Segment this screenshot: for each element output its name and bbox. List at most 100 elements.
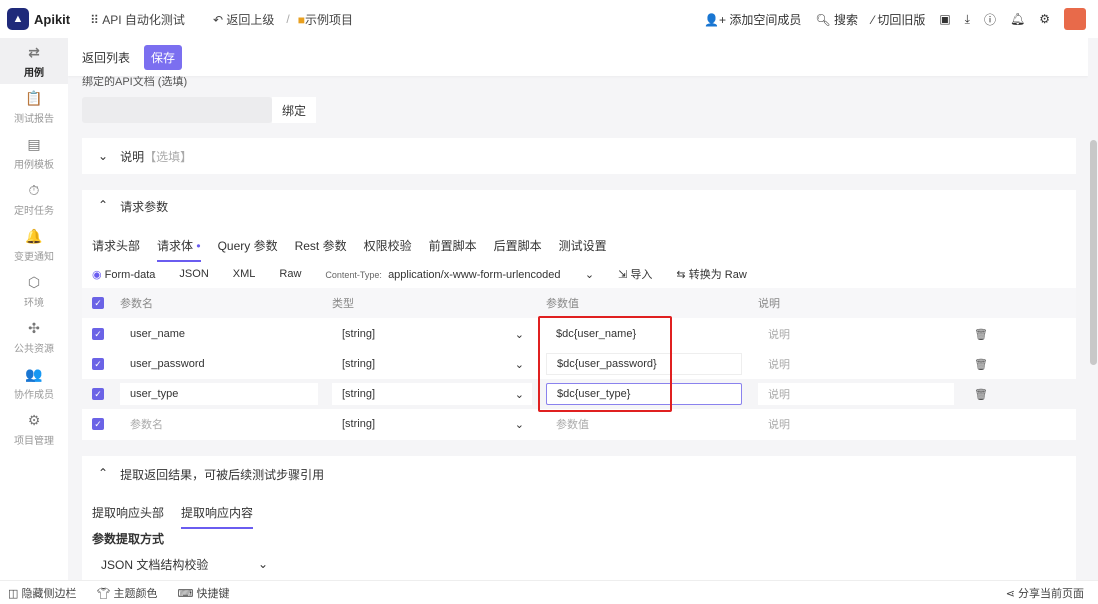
bell-icon[interactable]: 🔔︎ <box>1010 12 1025 26</box>
user-add-icon: 👤+ <box>704 12 726 27</box>
chevron-down-icon: ⌄ <box>257 557 268 571</box>
project-link[interactable]: ■示例项目 <box>298 11 353 28</box>
back-button[interactable]: ↶ 返回上级 <box>213 11 274 28</box>
tab-auth[interactable]: 权限校验 <box>364 237 412 262</box>
back-to-list-button[interactable]: 返回列表 <box>82 49 130 66</box>
download-icon[interactable]: ⤓ <box>965 12 970 27</box>
gear-icon[interactable]: ⚙ <box>1039 12 1050 26</box>
help-icon[interactable]: ⓘ <box>984 11 996 28</box>
scrollbar[interactable] <box>1090 140 1097 365</box>
row-checkbox[interactable]: ✓ <box>92 418 104 430</box>
sidebar-item-scheduled[interactable]: ⏱ 定时任务 <box>0 176 68 222</box>
shirt-icon: 👕︎ <box>96 587 111 600</box>
convert-icon: ⇆ <box>676 269 686 281</box>
column-desc: 说明 <box>758 298 780 310</box>
trash-icon[interactable]: 🗑︎ <box>974 358 988 371</box>
extract-section: ⌃ 提取返回结果，可被后续测试步骤引用 提取响应头部 提取响应内容 参数提取方式 … <box>82 456 1076 580</box>
keyboard-icon: ⌨ <box>177 587 194 600</box>
share-button[interactable]: ⋖ 分享当前页面 <box>1006 585 1084 601</box>
chevron-down-icon: ⌄ <box>584 268 595 281</box>
cube-icon: ⬡ <box>27 273 41 290</box>
tab-extract-body[interactable]: 提取响应内容 <box>181 504 254 529</box>
request-params-section: ⌃ 请求参数 请求头部 请求体 • Query 参数 Rest 参数 权限校验 前… <box>82 190 1076 440</box>
sidebar-item-members[interactable]: 👥 协作成员 <box>0 360 68 406</box>
sidebar-item-reports[interactable]: 📋 测试报告 <box>0 84 68 130</box>
chevron-down-icon: ⌄ <box>514 358 524 371</box>
import-button[interactable]: ⇲ 导入 <box>618 266 652 282</box>
description-section[interactable]: ⌄ 说明 【选填】 <box>82 138 1076 174</box>
bottom-bar: ◫ 隐藏侧边栏 👕︎ 主题颜色 ⌨ 快捷键 ⋖ 分享当前页面 <box>0 580 1098 604</box>
shortcuts-button[interactable]: ⌨ 快捷键 <box>178 585 230 601</box>
highlight-box <box>538 316 672 412</box>
param-name-input[interactable]: user_type <box>120 383 318 405</box>
save-button[interactable]: 保存 <box>144 44 183 70</box>
gear-icon: ⚙ <box>27 411 41 428</box>
param-desc-input[interactable]: 说明 <box>758 353 954 375</box>
row-checkbox[interactable]: ✓ <box>92 358 104 370</box>
column-value: 参数值 <box>546 298 579 310</box>
type-select[interactable]: [string] ⌄ <box>332 323 532 345</box>
timer-icon: ⏱ <box>28 181 40 198</box>
sidebar-item-project-settings[interactable]: ⚙ 项目管理 <box>0 406 68 452</box>
sidebar-item-notifications[interactable]: 🔔 变更通知 <box>0 222 68 268</box>
chevron-up-icon: ⌃ <box>98 466 109 480</box>
main-content: 返回列表 保存 绑定的API文档 (选填) 绑定 ⌄ 说明 【选填】 ⌃ 请求参数 请… <box>68 38 1088 580</box>
users-icon: 👥 <box>25 365 43 382</box>
old-version-button[interactable]: ⁄ 切回旧版 <box>872 11 925 28</box>
breadcrumb-separator: / <box>286 12 290 26</box>
row-checkbox[interactable]: ✓ <box>92 388 104 400</box>
select-all-checkbox[interactable]: ✓ <box>92 297 104 309</box>
type-select[interactable]: [string] ⌄ <box>332 353 532 375</box>
bind-button[interactable]: 绑定 <box>272 97 316 123</box>
sidebar-item-cases[interactable]: ⇄ 用例 <box>0 38 68 84</box>
param-name-input[interactable]: user_name <box>120 323 320 345</box>
avatar[interactable] <box>1064 8 1086 30</box>
tab-extract-headers[interactable]: 提取响应头部 <box>92 504 164 529</box>
tab-body[interactable]: 请求体 • <box>157 237 201 262</box>
param-name-input[interactable]: 参数名 <box>120 413 320 435</box>
param-value-input[interactable]: 参数值 <box>546 413 742 435</box>
report-icon: 📋 <box>25 89 43 106</box>
request-params-header[interactable]: ⌃ 请求参数 <box>98 198 168 215</box>
puzzle-icon: ✣ <box>28 319 40 336</box>
search-button[interactable]: 🔍︎ 搜索 <box>815 11 858 28</box>
tab-pre-script[interactable]: 前置脚本 <box>429 237 477 262</box>
param-name-input[interactable]: user_password <box>120 353 320 375</box>
sidebar-item-environment[interactable]: ⬡ 环境 <box>0 268 68 314</box>
add-member-button[interactable]: 👤+ 添加空间成员 <box>704 11 801 28</box>
row-checkbox[interactable]: ✓ <box>92 328 104 340</box>
extract-method-select[interactable]: JSON 文档结构校验 ⌄ <box>92 551 278 577</box>
tab-headers[interactable]: 请求头部 <box>92 237 140 262</box>
convert-raw-button[interactable]: ⇆ 转换为 Raw <box>676 266 746 282</box>
sidebar-item-templates[interactable]: ▤ 用例模板 <box>0 130 68 176</box>
chevron-down-icon: ⌄ <box>514 328 524 341</box>
workspace-switcher[interactable]: ⠿ API 自动化测试 <box>90 11 185 28</box>
param-desc-input[interactable]: 说明 <box>758 383 954 405</box>
bind-api-input[interactable] <box>82 97 272 123</box>
body-type-bar: ◉ Form-data JSON XML Raw Content-Type: a… <box>92 266 747 282</box>
hide-sidebar-button[interactable]: ◫ 隐藏侧边栏 <box>8 585 76 601</box>
param-desc-input[interactable]: 说明 <box>758 323 954 345</box>
radio-form-data[interactable]: ◉ Form-data <box>92 268 155 281</box>
tab-rest[interactable]: Rest 参数 <box>295 237 347 262</box>
tab-query[interactable]: Query 参数 <box>218 237 278 262</box>
calendar-icon[interactable]: ▣ <box>939 12 950 26</box>
tab-post-script[interactable]: 后置脚本 <box>494 237 542 262</box>
radio-raw[interactable]: Raw <box>279 268 301 280</box>
radio-xml[interactable]: XML <box>233 268 256 280</box>
sidebar-icon: ◫ <box>8 587 19 600</box>
sidebar-item-resources[interactable]: ✣ 公共资源 <box>0 314 68 360</box>
chevron-up-icon: ⌃ <box>98 198 109 212</box>
theme-button[interactable]: 👕︎ 主题颜色 <box>96 585 157 601</box>
param-desc-input[interactable]: 说明 <box>758 413 954 435</box>
param-tabs: 请求头部 请求体 • Query 参数 Rest 参数 权限校验 前置脚本 后置… <box>92 237 607 262</box>
trash-icon[interactable]: 🗑︎ <box>974 388 988 401</box>
radio-json[interactable]: JSON <box>179 268 208 280</box>
trash-icon[interactable]: 🗑︎ <box>974 328 988 341</box>
type-select[interactable]: [string] ⌄ <box>332 383 532 405</box>
extract-header[interactable]: ⌃ 提取返回结果，可被后续测试步骤引用 <box>98 466 324 483</box>
content-type-select[interactable]: Content-Type: application/x-www-form-url… <box>325 268 594 281</box>
tab-test-settings[interactable]: 测试设置 <box>559 237 607 262</box>
type-select[interactable]: [string] ⌄ <box>332 413 532 435</box>
share-icon: ⋖ <box>1005 587 1015 600</box>
